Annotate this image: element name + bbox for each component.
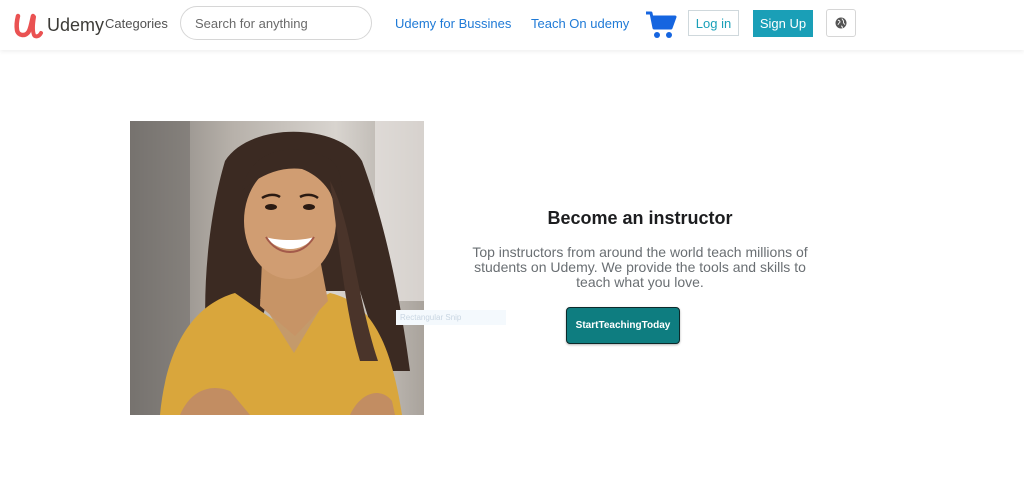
teach-on-udemy-link[interactable]: Teach On udemy [531,16,629,31]
top-navbar: Udemy Categories Udemy for Bussines Teac… [0,0,1024,50]
hero-title: Become an instructor [547,208,733,228]
categories-menu[interactable]: Categories [105,16,168,31]
brand-name: Udemy [47,14,105,35]
language-button[interactable] [826,9,856,37]
login-button[interactable]: Log in [688,10,739,36]
udemy-logo-icon [14,13,43,39]
faint-overlay-label: Rectangular Snip [396,310,506,325]
search-input[interactable] [180,6,372,40]
shopping-cart-icon[interactable] [645,10,677,40]
udemy-logo[interactable]: Udemy [12,10,104,40]
signup-button[interactable]: Sign Up [753,10,813,37]
start-teaching-button[interactable]: StartTeachingToday [566,307,680,344]
instructor-photo [130,121,424,415]
hero-description: Top instructors from around the world te… [472,244,808,290]
globe-icon [835,17,847,29]
udemy-business-link[interactable]: Udemy for Bussines [395,16,511,31]
